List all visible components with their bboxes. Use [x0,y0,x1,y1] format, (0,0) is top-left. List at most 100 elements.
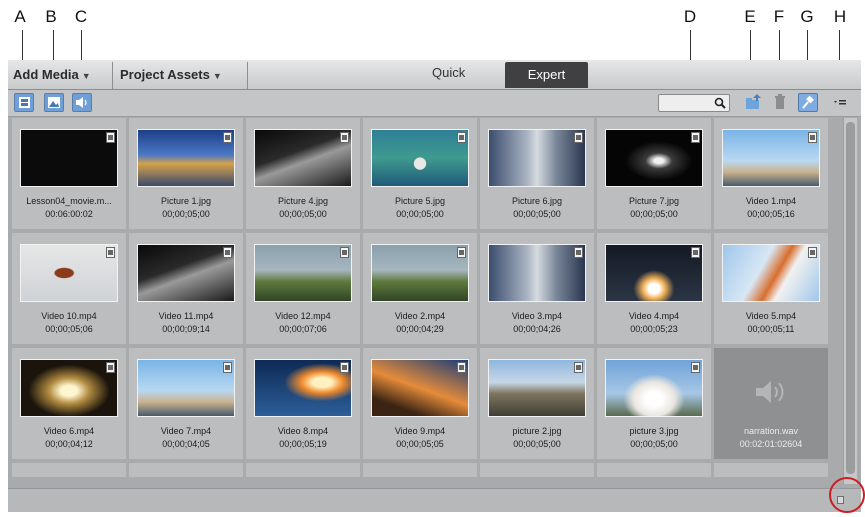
callout-f: F [773,7,785,26]
assets-grid: Lesson04_movie.m... 00:06:00:02 Picture 1.… [12,118,836,484]
asset-tile[interactable]: Video 12.mp4 00;00;07;06 [246,233,360,344]
asset-tile[interactable]: Picture 4.jpg 00;00;05;00 [246,118,360,229]
add-media-menu[interactable]: Add Media ▼ [13,67,91,82]
search-field[interactable] [658,94,730,112]
vertical-scrollbar[interactable] [843,118,857,484]
asset-tile[interactable]: narration.wav 00:02:01:02604 [714,348,828,459]
asset-tile[interactable]: Video 5.mp4 00;00;05;11 [714,233,828,344]
picture-icon [48,97,60,108]
image-filter-button[interactable] [44,93,64,112]
image-type-icon [691,362,700,373]
callout-a: A [14,7,26,26]
film-type-icon [223,247,232,258]
asset-thumbnail [254,129,352,187]
asset-duration: 00;00;05;00 [396,209,444,219]
image-type-icon [691,132,700,143]
asset-tile[interactable]: Video 4.mp4 00;00;05;23 [597,233,711,344]
asset-name: picture 2.jpg [512,426,562,436]
asset-tile[interactable]: Video 9.mp4 00;00;05;05 [363,348,477,459]
asset-duration: 00;00;05;19 [279,439,327,449]
panel-menu-button[interactable] [832,94,852,112]
asset-thumbnail [137,244,235,302]
asset-tile[interactable]: Video 3.mp4 00;00;04;26 [480,233,594,344]
image-type-icon [574,362,583,373]
asset-duration: 00;00;04;12 [45,439,93,449]
tab-expert[interactable]: Expert [505,62,588,88]
asset-duration: 00;00;05;11 [747,324,795,334]
asset-tile-partial [480,463,594,477]
asset-duration: 00;00;05;05 [396,439,444,449]
asset-tile[interactable]: Picture 6.jpg 00;00;05;00 [480,118,594,229]
image-type-icon [574,132,583,143]
asset-thumbnail [371,244,469,302]
asset-name: Video 8.mp4 [277,426,329,436]
asset-duration: 00;00;05;00 [513,209,561,219]
asset-tile[interactable]: picture 3.jpg 00;00;05;00 [597,348,711,459]
asset-duration: 00;00;09;14 [162,324,210,334]
callout-d: D [683,7,697,26]
asset-tile[interactable]: Video 6.mp4 00;00;04;12 [12,348,126,459]
asset-thumbnail [20,244,118,302]
asset-duration: 00;00;04;26 [513,324,561,334]
film-type-icon [574,247,583,258]
callout-g: G [800,7,814,26]
asset-tile[interactable]: Video 8.mp4 00;00;05;19 [246,348,360,459]
asset-duration: 00;00;05;16 [747,209,795,219]
asset-thumbnail [254,359,352,417]
asset-thumbnail [605,244,703,302]
asset-tile[interactable]: picture 2.jpg 00;00;05;00 [480,348,594,459]
asset-thumbnail [605,129,703,187]
tab-quick[interactable]: Quick [432,65,465,80]
asset-duration: 00:02:01:02604 [739,439,803,449]
chevron-down-icon: ▼ [81,71,91,81]
asset-duration: 00;00;05;00 [630,439,678,449]
film-type-icon [223,362,232,373]
divider [247,62,248,90]
asset-name: picture 3.jpg [629,426,679,436]
film-type-icon [106,247,115,258]
asset-tile[interactable]: Lesson04_movie.m... 00:06:00:02 [12,118,126,229]
film-type-icon [457,247,466,258]
asset-tile[interactable]: Video 1.mp4 00;00;05;16 [714,118,828,229]
search-icon [714,97,726,109]
asset-thumbnail [20,359,118,417]
scrollbar-thumb[interactable] [846,122,855,474]
asset-tile[interactable]: Picture 5.jpg 00;00;05;00 [363,118,477,229]
film-type-icon [691,247,700,258]
asset-name: Picture 4.jpg [277,196,329,206]
asset-duration: 00:06:00:02 [45,209,93,219]
asset-tile[interactable]: Picture 1.jpg 00;00;05;00 [129,118,243,229]
asset-name: Video 2.mp4 [394,311,446,321]
speaker-icon [756,381,784,403]
divider [112,62,113,90]
asset-tile[interactable]: Video 10.mp4 00;00;05;06 [12,233,126,344]
asset-tile[interactable]: Video 2.mp4 00;00;04;29 [363,233,477,344]
asset-tile[interactable]: Video 7.mp4 00;00;04;05 [129,348,243,459]
image-type-icon [340,132,349,143]
project-assets-menu[interactable]: Project Assets ▼ [120,67,222,82]
audio-filter-button[interactable] [72,93,92,112]
video-filter-button[interactable] [14,93,34,112]
asset-thumbnail [137,129,235,187]
asset-name: Video 12.mp4 [275,311,331,321]
asset-thumbnail [722,129,820,187]
panel-menu-icon [834,100,846,105]
delete-button[interactable] [772,94,792,112]
pin-button[interactable] [798,93,818,112]
asset-thumbnail [605,359,703,417]
film-type-icon [106,362,115,373]
asset-tile-partial [246,463,360,477]
pin-icon [802,95,814,109]
asset-tile[interactable]: Video 11.mp4 00;00;09;14 [129,233,243,344]
asset-duration: 00;00;07;06 [279,324,327,334]
asset-tile-partial [597,463,711,477]
asset-duration: 00;00;04;29 [396,324,444,334]
callout-e: E [744,7,756,26]
asset-tile[interactable]: Picture 7.jpg 00;00;05;00 [597,118,711,229]
asset-name: Video 9.mp4 [394,426,446,436]
callout-b: B [45,7,57,26]
asset-duration: 00;00;05;00 [162,209,210,219]
asset-duration: 00;00;04;05 [162,439,210,449]
film-type-icon [457,362,466,373]
new-folder-button[interactable] [744,94,764,112]
